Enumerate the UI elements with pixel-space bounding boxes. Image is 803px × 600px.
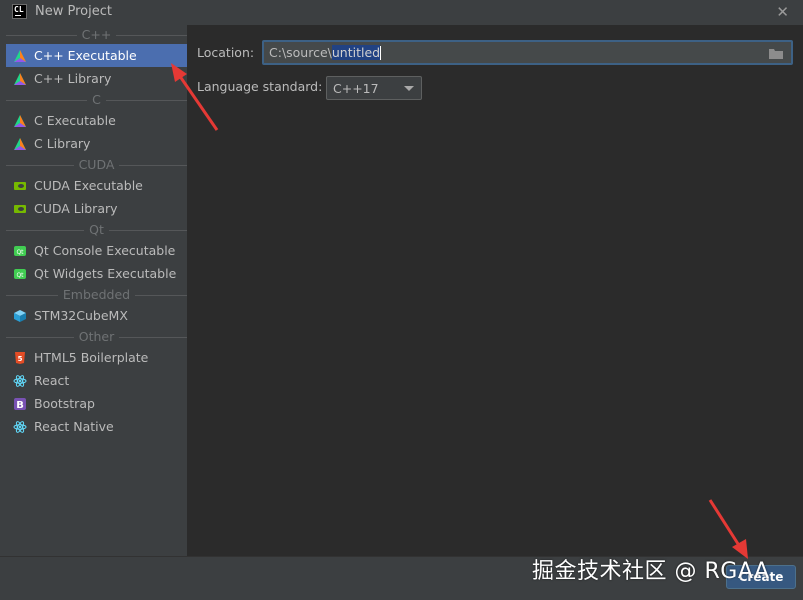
bootstrap-icon: B: [13, 397, 27, 411]
list-item-qt-console[interactable]: Qt Qt Console Executable: [6, 239, 187, 262]
clion-triangle-icon: [13, 137, 27, 151]
chevron-down-icon: [404, 86, 414, 91]
cube-icon: [13, 309, 27, 323]
clion-triangle-icon: [13, 49, 27, 63]
list-item-cpp-executable[interactable]: C++ Executable: [6, 44, 187, 67]
list-item-stm32cubemx[interactable]: STM32CubeMX: [6, 304, 187, 327]
language-standard-value: C++17: [333, 80, 379, 96]
project-type-list: C++ C++ Executable C++ Library C C Execu…: [6, 25, 187, 556]
list-item-qt-widgets[interactable]: Qt Qt Widgets Executable: [6, 262, 187, 285]
list-item-react[interactable]: React: [6, 369, 187, 392]
close-icon[interactable]: ✕: [776, 3, 789, 21]
language-standard-select[interactable]: C++17: [326, 76, 422, 100]
location-path-selected: untitled: [331, 45, 381, 60]
svg-text:Qt: Qt: [16, 272, 24, 279]
list-item-cuda-library[interactable]: CUDA Library: [6, 197, 187, 220]
folder-icon[interactable]: [769, 47, 783, 59]
location-label: Location:: [197, 45, 255, 60]
react-icon: [13, 420, 27, 434]
location-field[interactable]: C:\source\ untitled: [262, 40, 793, 65]
group-header-cuda: CUDA: [6, 155, 187, 174]
react-icon: [13, 374, 27, 388]
clion-logo-icon: CL: [12, 4, 27, 19]
list-item-html5-boilerplate[interactable]: 5 HTML5 Boilerplate: [6, 346, 187, 369]
language-standard-label: Language standard:: [197, 79, 323, 94]
watermark-text: 掘金技术社区 @ RGAA: [532, 559, 770, 584]
qt-icon: Qt: [13, 267, 27, 281]
qt-icon: Qt: [13, 244, 27, 258]
text-caret: [380, 45, 382, 60]
title-bar: CL New Project ✕: [0, 0, 803, 25]
html5-icon: 5: [13, 351, 27, 365]
group-header-c: C: [6, 90, 187, 109]
svg-text:B: B: [16, 400, 24, 411]
group-header-embedded: Embedded: [6, 285, 187, 304]
nvidia-icon: [13, 179, 27, 193]
group-header-qt: Qt: [6, 220, 187, 239]
svg-text:5: 5: [18, 355, 23, 363]
clion-triangle-icon: [13, 114, 27, 128]
list-item-react-native[interactable]: React Native: [6, 415, 187, 438]
list-item-cpp-library[interactable]: C++ Library: [6, 67, 187, 90]
list-item-c-library[interactable]: C Library: [6, 132, 187, 155]
settings-panel: Location: C:\source\ untitled Language st…: [187, 25, 803, 556]
svg-text:Qt: Qt: [16, 249, 24, 256]
clion-triangle-icon: [13, 72, 27, 86]
group-header-cpp: C++: [6, 25, 187, 44]
nvidia-icon: [13, 202, 27, 216]
list-item-c-executable[interactable]: C Executable: [6, 109, 187, 132]
window-title: New Project: [35, 4, 112, 19]
location-path-prefix: C:\source\: [269, 45, 332, 60]
list-item-bootstrap[interactable]: B Bootstrap: [6, 392, 187, 415]
list-item-cuda-executable[interactable]: CUDA Executable: [6, 174, 187, 197]
group-header-other: Other: [6, 327, 187, 346]
